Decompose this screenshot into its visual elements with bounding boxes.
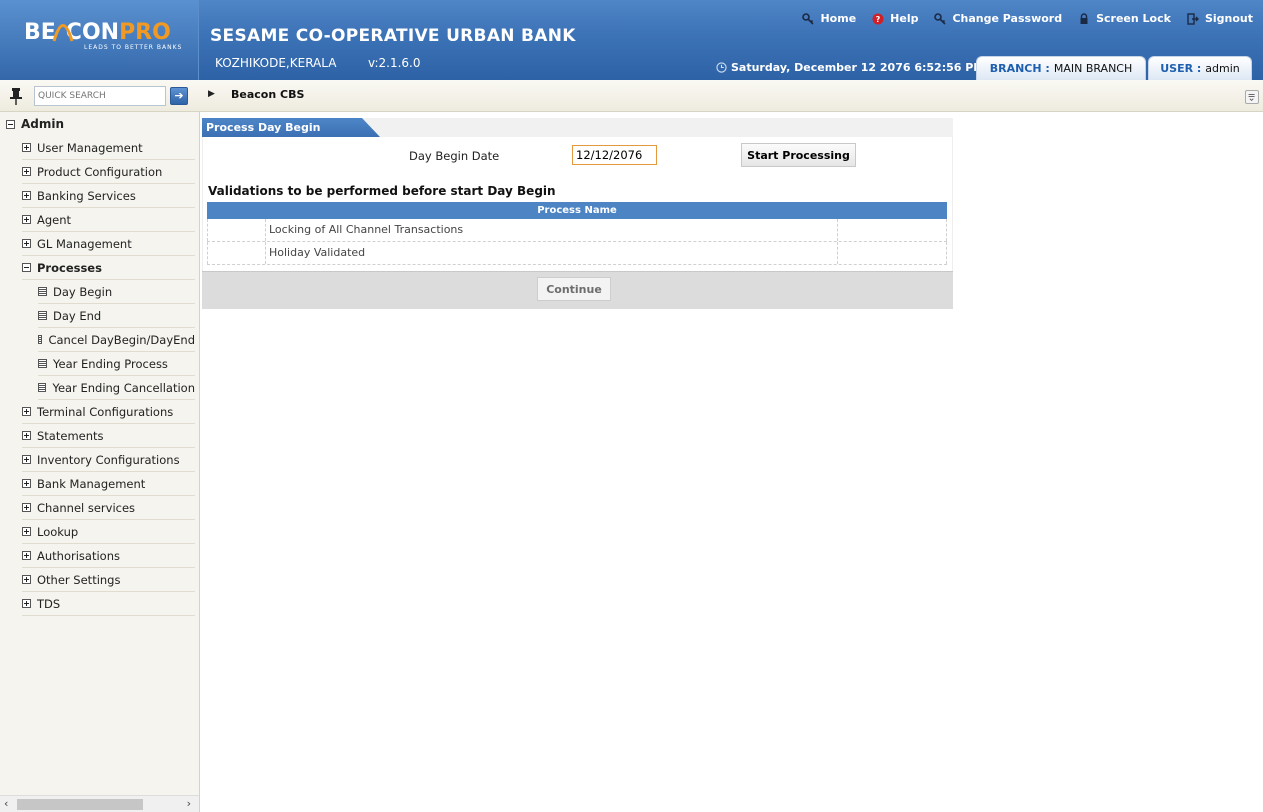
logo-arc-icon: [52, 24, 74, 42]
sidebar-subitem-year-ending-cancellation[interactable]: Year Ending Cancellation: [38, 376, 195, 400]
expand-icon[interactable]: [22, 215, 31, 224]
expand-icon[interactable]: [22, 455, 31, 464]
document-icon: [38, 359, 47, 368]
sidebar-subitem-day-begin[interactable]: Day Begin: [38, 280, 195, 304]
scrollbar-thumb[interactable]: [17, 799, 143, 810]
sidebar-item-bank-management[interactable]: Bank Management: [22, 472, 195, 496]
sidebar-horizontal-scrollbar[interactable]: ‹ ›: [0, 795, 199, 812]
expand-icon[interactable]: [22, 575, 31, 584]
expand-icon[interactable]: [22, 503, 31, 512]
collapse-icon[interactable]: [22, 263, 31, 272]
sidebar-item-gl-management[interactable]: GL Management: [22, 232, 195, 256]
pin-icon[interactable]: [8, 87, 24, 105]
logo-wordmark: BE CONPRO: [24, 20, 171, 45]
breadcrumb[interactable]: Beacon CBS: [231, 88, 304, 101]
scroll-left-icon[interactable]: ‹: [4, 797, 8, 810]
clock-icon: [716, 62, 727, 73]
grid-cell-process-name: Locking of All Channel Transactions: [266, 219, 838, 241]
sidebar-item-terminal-configurations[interactable]: Terminal Configurations: [22, 400, 195, 424]
bank-location: KOZHIKODE,KERALA: [215, 56, 337, 70]
expand-icon[interactable]: [22, 551, 31, 560]
grid-cell-result: [838, 242, 947, 264]
help-link[interactable]: ? Help: [872, 12, 918, 25]
sidebar-subitem-year-ending-process[interactable]: Year Ending Process: [38, 352, 195, 376]
expand-icon[interactable]: [22, 407, 31, 416]
logo: BE CONPRO LEADS TO BETTER BANKS: [0, 0, 199, 80]
grid-cell-result: [838, 219, 947, 241]
menu-lines-icon: [1248, 94, 1255, 102]
screen-lock-link[interactable]: Screen Lock: [1078, 12, 1171, 25]
expand-icon[interactable]: [22, 431, 31, 440]
sidebar-item-statements[interactable]: Statements: [22, 424, 195, 448]
app-version: v:2.1.6.0: [368, 56, 421, 70]
grid-cell-status: [207, 219, 266, 241]
change-password-link[interactable]: Change Password: [934, 12, 1062, 25]
document-icon: [38, 311, 47, 320]
expand-icon[interactable]: [22, 479, 31, 488]
expand-icon[interactable]: [22, 599, 31, 608]
scroll-right-icon[interactable]: ›: [187, 797, 191, 810]
continue-button[interactable]: Continue: [537, 277, 611, 301]
search-go-button[interactable]: ➔: [170, 87, 188, 105]
sidebar-subitem-day-end[interactable]: Day End: [38, 304, 195, 328]
sidebar-subitem-cancel-daybegin-dayend[interactable]: Cancel DayBegin/DayEnd: [38, 328, 195, 352]
key-icon: [802, 12, 815, 25]
validations-title: Validations to be performed before start…: [208, 184, 556, 198]
start-processing-button[interactable]: Start Processing: [741, 143, 856, 167]
panel-title: Process Day Begin: [202, 118, 380, 137]
top-links: Home ? Help Change Password Screen Lock …: [786, 12, 1253, 25]
breadcrumb-arrow-icon: ▶: [208, 89, 215, 99]
sidebar: Admin User Management Product Configurat…: [0, 112, 200, 812]
branch-tab[interactable]: BRANCH : MAIN BRANCH: [976, 56, 1146, 80]
expand-icon[interactable]: [22, 527, 31, 536]
home-link[interactable]: Home: [802, 12, 856, 25]
panel-header: Process Day Begin: [202, 118, 953, 137]
expand-icon[interactable]: [22, 143, 31, 152]
app-header: BE CONPRO LEADS TO BETTER BANKS SESAME CO…: [0, 0, 1263, 80]
grid-cell-status: [207, 242, 266, 264]
user-tab[interactable]: USER : admin: [1148, 56, 1252, 80]
sidebar-item-banking-services[interactable]: Banking Services: [22, 184, 195, 208]
collapse-icon[interactable]: [6, 119, 15, 129]
sidebar-item-inventory-configurations[interactable]: Inventory Configurations: [22, 448, 195, 472]
signout-link[interactable]: Signout: [1187, 12, 1253, 25]
sidebar-item-tds[interactable]: TDS: [22, 592, 195, 616]
sidebar-item-other-settings[interactable]: Other Settings: [22, 568, 195, 592]
logo-tagline: LEADS TO BETTER BANKS: [84, 44, 183, 51]
day-begin-date-input[interactable]: [572, 145, 657, 165]
expand-icon[interactable]: [22, 191, 31, 200]
grid-header-process-name: Process Name: [207, 202, 947, 219]
expand-icon[interactable]: [22, 167, 31, 176]
arrow-right-icon: ➔: [174, 89, 184, 102]
sidebar-item-lookup[interactable]: Lookup: [22, 520, 195, 544]
sidebar-item-user-management[interactable]: User Management: [22, 136, 195, 160]
expand-icon[interactable]: [22, 239, 31, 248]
sidebar-root-admin[interactable]: Admin: [6, 117, 64, 131]
document-icon: [38, 287, 47, 296]
sidebar-item-processes[interactable]: Processes: [22, 256, 195, 280]
grid-cell-process-name: Holiday Validated: [266, 242, 838, 264]
help-icon: ?: [872, 13, 884, 24]
current-datetime: Saturday, December 12 2076 6:52:56 PM: [716, 61, 984, 74]
validations-grid: Process Name Locking of All Channel Tran…: [207, 202, 947, 265]
lock-icon: [1080, 12, 1088, 24]
sidebar-item-channel-services[interactable]: Channel services: [22, 496, 195, 520]
table-row: Holiday Validated: [207, 242, 947, 265]
table-row: Locking of All Channel Transactions: [207, 219, 947, 242]
day-begin-date-label: Day Begin Date: [409, 149, 500, 163]
toolbar: ➔ ▶ Beacon CBS: [0, 80, 1263, 112]
sidebar-item-product-configuration[interactable]: Product Configuration: [22, 160, 195, 184]
bank-name: SESAME CO-OPERATIVE URBAN BANK: [210, 26, 576, 46]
sidebar-item-authorisations[interactable]: Authorisations: [22, 544, 195, 568]
svg-text:?: ?: [876, 15, 881, 24]
collapse-panel-icon[interactable]: [1245, 90, 1259, 104]
signout-icon: [1187, 12, 1199, 25]
quick-search-input[interactable]: [34, 86, 166, 106]
document-icon: [38, 335, 43, 344]
sidebar-item-agent[interactable]: Agent: [22, 208, 195, 232]
key-icon: [934, 12, 947, 25]
document-icon: [38, 383, 47, 392]
